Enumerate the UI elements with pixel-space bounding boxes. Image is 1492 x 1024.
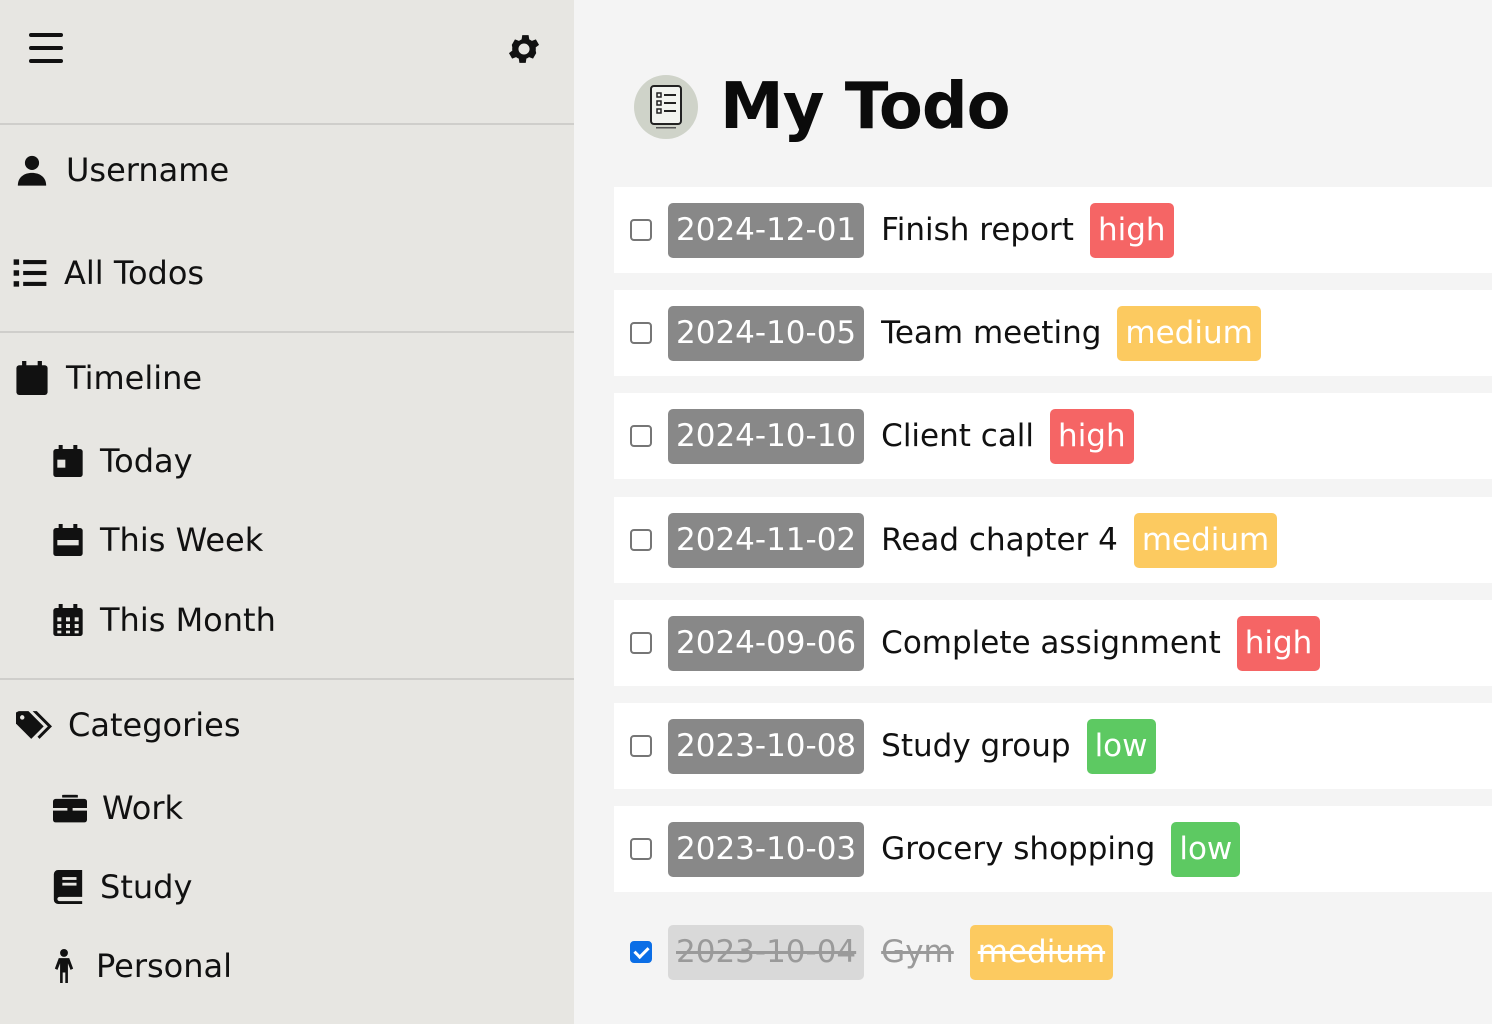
sidebar-item-categories[interactable]: Categories (16, 699, 240, 751)
sidebar: Username All Todos Timeline Today This W… (0, 0, 574, 1024)
divider (0, 678, 574, 680)
todo-priority-badge: high (1089, 202, 1174, 258)
sidebar-item-label: Timeline (66, 359, 203, 397)
briefcase-icon (52, 790, 88, 826)
todo-text: Complete assignment (881, 625, 1221, 661)
divider (0, 331, 574, 333)
calendar-month-icon (50, 602, 86, 638)
calendar-week-icon (50, 522, 86, 558)
todo-checkbox[interactable] (630, 735, 652, 757)
todo-row[interactable]: 2024-10-10 Client call high (614, 393, 1492, 479)
todo-date-badge: 2024-11-02 (668, 512, 865, 568)
todo-text: Study group (881, 728, 1071, 764)
todo-text: Client call (881, 418, 1035, 454)
sidebar-item-today[interactable]: Today (50, 435, 193, 487)
sidebar-item-label: This Week (100, 521, 264, 559)
todo-row[interactable]: 2023-10-08 Study group low (614, 703, 1492, 789)
todo-date-badge: 2024-10-10 (668, 408, 865, 464)
todo-checkbox[interactable] (630, 425, 652, 447)
sidebar-item-this-week[interactable]: This Week (50, 514, 263, 566)
sidebar-item-label: Username (66, 151, 230, 189)
sidebar-item-label: Study (100, 868, 193, 906)
main-content: My Todo 2024-12-01 Finish report high 2024-… (574, 0, 1492, 1024)
sidebar-item-label: Personal (96, 947, 233, 985)
calendar-icon (14, 360, 50, 396)
todo-checkbox[interactable] (630, 529, 652, 551)
todo-checkbox[interactable] (630, 941, 652, 963)
sidebar-item-label: Today (100, 442, 193, 480)
person-icon (46, 948, 82, 984)
todo-priority-badge: high (1050, 408, 1134, 464)
page-header: My Todo (634, 70, 1011, 144)
todo-date-badge: 2023-10-03 (668, 821, 865, 877)
gear-icon[interactable] (505, 30, 543, 68)
notepad-icon (634, 75, 698, 139)
book-icon (50, 869, 86, 905)
hamburger-icon[interactable] (29, 33, 63, 63)
todo-text: Gym (881, 934, 954, 970)
todo-text: Finish report (881, 212, 1074, 248)
sidebar-item-label: Work (102, 789, 184, 827)
sidebar-item-label: This Month (100, 601, 276, 639)
sidebar-item-timeline[interactable]: Timeline (14, 352, 202, 404)
todo-text: Team meeting (881, 315, 1102, 351)
sidebar-item-study[interactable]: Study (50, 861, 192, 913)
sidebar-item-all-todos[interactable]: All Todos (12, 247, 204, 299)
todo-priority-badge: low (1171, 821, 1241, 877)
todo-priority-badge: medium (969, 924, 1114, 980)
todo-date-badge: 2024-09-06 (668, 615, 865, 671)
todo-checkbox[interactable] (630, 219, 652, 241)
page-title: My Todo (720, 70, 1011, 144)
todo-text: Grocery shopping (881, 831, 1156, 867)
todo-checkbox[interactable] (630, 632, 652, 654)
sidebar-item-username[interactable]: Username (14, 144, 229, 196)
todo-date-badge: 2024-12-01 (668, 202, 865, 258)
sidebar-item-label: Categories (68, 706, 241, 744)
tags-icon (16, 707, 52, 743)
divider (0, 123, 574, 125)
sidebar-topbar (0, 0, 574, 124)
todo-checkbox[interactable] (630, 322, 652, 344)
calendar-day-icon (50, 443, 86, 479)
todo-row[interactable]: 2024-10-05 Team meeting medium (614, 290, 1492, 376)
todo-date-badge: 2023-10-08 (668, 718, 865, 774)
list-icon (12, 255, 48, 291)
todo-text: Read chapter 4 (881, 522, 1118, 558)
todo-date-badge: 2024-10-05 (668, 305, 865, 361)
sidebar-item-personal[interactable]: Personal (46, 940, 232, 992)
todo-checkbox[interactable] (630, 838, 652, 860)
todo-row[interactable]: 2024-09-06 Complete assignment high (614, 600, 1492, 686)
sidebar-item-label: All Todos (64, 254, 205, 292)
todo-row[interactable]: 2024-11-02 Read chapter 4 medium (614, 497, 1492, 583)
sidebar-item-work[interactable]: Work (52, 782, 183, 834)
todo-priority-badge: high (1236, 615, 1321, 671)
sidebar-item-this-month[interactable]: This Month (50, 594, 276, 646)
todo-row[interactable]: 2023-10-03 Grocery shopping low (614, 806, 1492, 892)
todo-row[interactable]: 2023-10-04 Gym medium (614, 909, 1492, 995)
todo-priority-badge: low (1086, 718, 1156, 774)
todo-priority-badge: medium (1133, 512, 1278, 568)
todo-priority-badge: medium (1117, 305, 1261, 361)
todo-row[interactable]: 2024-12-01 Finish report high (614, 187, 1492, 273)
todo-date-badge: 2023-10-04 (668, 924, 865, 980)
user-icon (14, 152, 50, 188)
